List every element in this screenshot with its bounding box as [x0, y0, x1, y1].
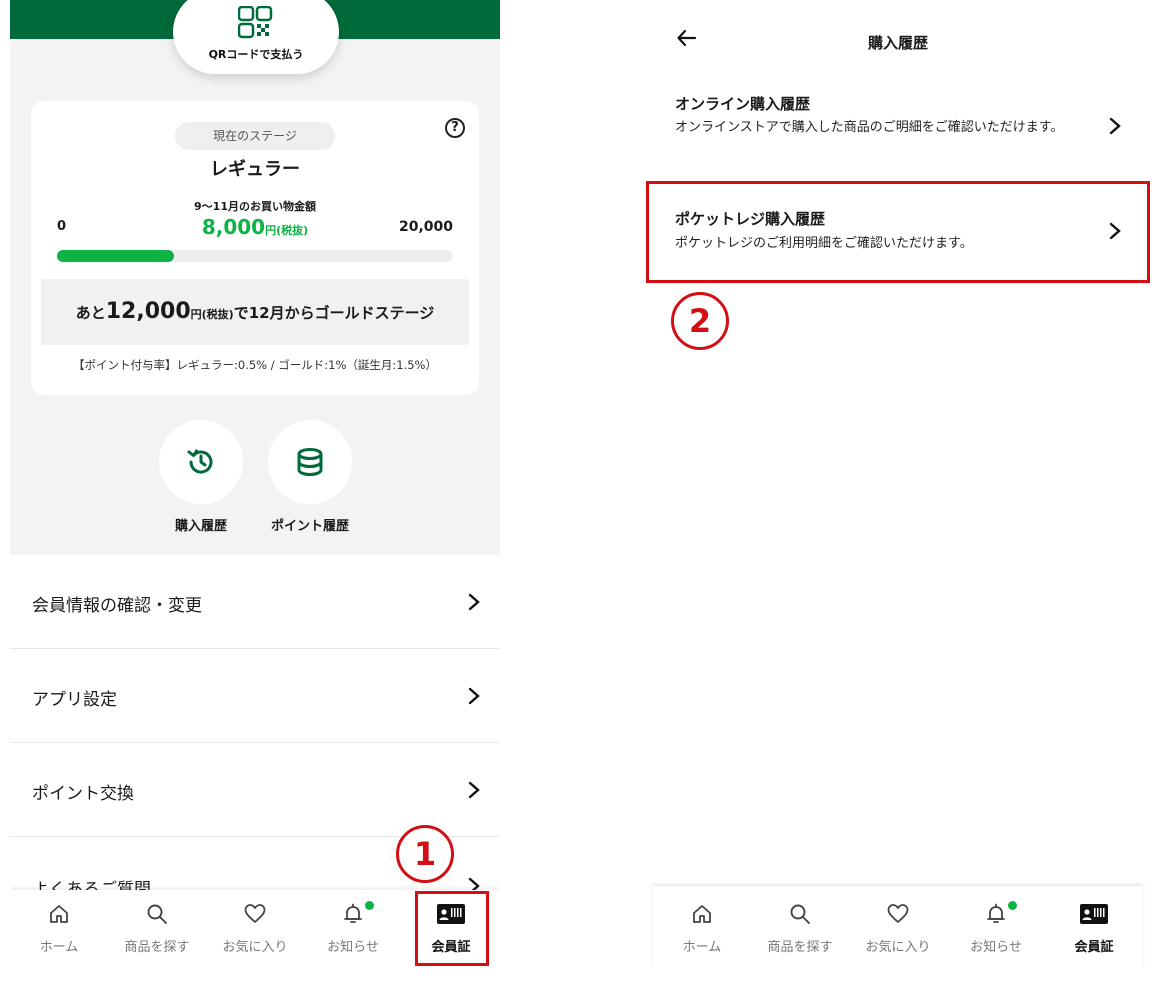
menu-item-app-settings[interactable]: アプリ設定: [10, 649, 500, 743]
menu-item-label: アプリ設定: [32, 690, 117, 710]
history-icon: [187, 449, 213, 474]
stage-progress-bar: [57, 250, 453, 262]
bell-icon: [344, 903, 362, 923]
qr-pay-label: QRコードで支払う: [208, 48, 304, 61]
chevron-right-icon: [468, 781, 480, 799]
heart-icon: [244, 904, 266, 923]
tab-label: 商品を探す: [124, 940, 190, 955]
purchase-history-label: 購入履歴: [174, 519, 227, 534]
heart-icon: [887, 904, 909, 923]
tab-member-card[interactable]: 会員証: [1045, 890, 1143, 970]
bell-icon: [987, 903, 1005, 923]
bottom-tab-bar: ホーム 商品を探す お気に入り お知らせ 会員証: [653, 886, 1143, 970]
search-icon: [147, 904, 167, 924]
tab-favorites[interactable]: お気に入り: [206, 890, 304, 970]
tab-home[interactable]: ホーム: [653, 890, 751, 970]
database-icon: [297, 448, 323, 477]
stage-progress-fill: [57, 250, 175, 262]
point-history-label: ポイント履歴: [270, 519, 349, 534]
step1-highlight-box: [415, 891, 489, 966]
step1-badge: 1: [396, 825, 454, 883]
tab-label: お気に入り: [222, 940, 288, 955]
tab-favorites[interactable]: お気に入り: [849, 890, 947, 970]
remain-unit: 円(税抜): [190, 308, 234, 321]
purchase-amount-value: 8,000: [201, 215, 266, 239]
purchase-amount-unit: 円(税抜): [265, 224, 309, 237]
chevron-right-icon: [468, 687, 480, 705]
purchase-period-label: 9〜11月のお買い物金額: [194, 200, 316, 213]
purchase-history-button[interactable]: [159, 420, 243, 504]
tab-home[interactable]: ホーム: [10, 890, 108, 970]
range-max: 20,000: [398, 219, 453, 235]
home-icon: [693, 905, 711, 923]
tab-search[interactable]: 商品を探す: [751, 890, 849, 970]
tab-label: ホーム: [682, 940, 722, 955]
menu-item-label: 会員情報の確認・変更: [32, 596, 202, 616]
tab-label: ホーム: [39, 940, 79, 955]
menu-item-point-exchange[interactable]: ポイント交換: [10, 743, 500, 837]
tab-label: お気に入り: [865, 940, 931, 955]
step2-badge: 2: [671, 292, 729, 350]
online-history-item[interactable]: オンライン購入履歴 オンラインストアで購入した商品のご明細をご確認いただけます。: [653, 85, 1143, 177]
online-history-desc: オンラインストアで購入した商品のご明細をご確認いただけます。: [675, 120, 1064, 135]
point-history-button[interactable]: [268, 420, 352, 504]
stage-card: 現在のステージ ? レギュラー 9〜11月のお買い物金額 0 8,000円(税抜…: [31, 101, 479, 395]
menu-item-label: ポイント交換: [32, 784, 134, 804]
help-icon[interactable]: ?: [445, 118, 465, 138]
tab-label: 商品を探す: [767, 940, 833, 955]
tab-label: 会員証: [1074, 940, 1114, 955]
stage-name: レギュラー: [210, 159, 300, 180]
chevron-right-icon: [1109, 117, 1121, 135]
step2-highlight-box: [646, 181, 1150, 283]
point-rate-note: 【ポイント付与率】レギュラー:0.5% / ゴールド:1%（誕生月:1.5%）: [73, 358, 437, 372]
online-history-title: オンライン購入履歴: [675, 95, 811, 113]
menu-item-member-info[interactable]: 会員情報の確認・変更: [10, 555, 500, 649]
purchase-history-screen: 購入履歴 オンライン購入履歴 オンラインストアで購入した商品のご明細をご確認いた…: [653, 0, 1143, 1000]
page-title: 購入履歴: [867, 34, 928, 52]
tab-label: お知らせ: [970, 940, 1022, 955]
member-card-icon: [1080, 904, 1108, 924]
home-icon: [50, 905, 68, 923]
search-icon: [790, 904, 810, 924]
notification-dot: [365, 901, 374, 910]
notification-dot: [1008, 901, 1017, 910]
chevron-right-icon: [468, 593, 480, 611]
remain-suffix: で12月からゴールドステージ: [233, 304, 435, 322]
qr-pay-button[interactable]: QRコードで支払う: [173, 0, 339, 74]
tab-search[interactable]: 商品を探す: [108, 890, 206, 970]
remain-prefix: あと: [75, 304, 106, 322]
qr-code-icon: [238, 6, 273, 39]
tab-label: お知らせ: [327, 940, 379, 955]
tab-notifications[interactable]: お知らせ: [304, 890, 402, 970]
remain-value: 12,000: [105, 299, 191, 324]
tab-notifications[interactable]: お知らせ: [947, 890, 1045, 970]
remaining-amount-box: あと12,000円(税抜)で12月からゴールドステージ: [41, 279, 469, 345]
current-stage-badge: 現在のステージ: [175, 122, 335, 150]
